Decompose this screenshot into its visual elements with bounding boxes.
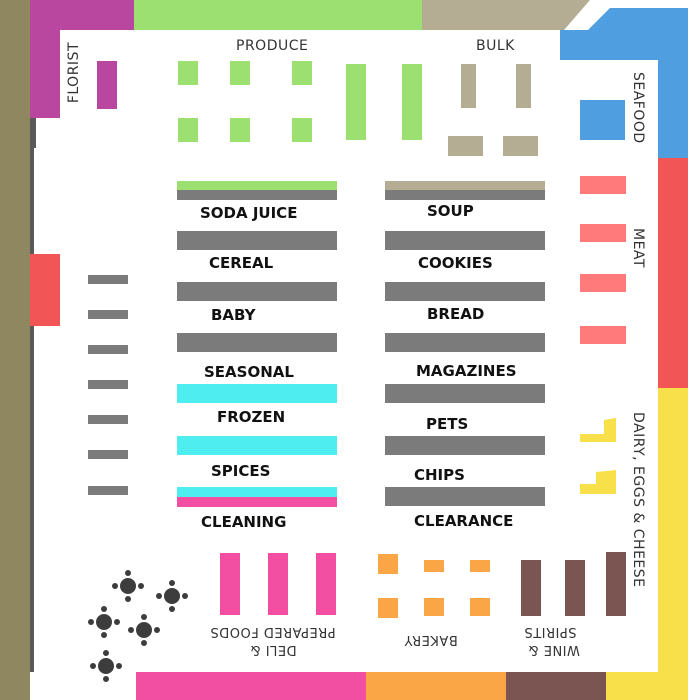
seating-table xyxy=(128,614,160,646)
produce-table xyxy=(230,118,250,142)
aisle-label-baby: BABY xyxy=(211,306,256,324)
seafood-case xyxy=(580,100,625,140)
aisle-label-clearance: CLEARANCE xyxy=(414,512,514,530)
meat-case xyxy=(580,326,626,344)
seating-table xyxy=(156,580,188,612)
aisle-label-pets: PETS xyxy=(426,415,469,433)
bakery-table xyxy=(378,554,398,574)
aisle-label-soda-juice: SODA JUICE xyxy=(200,204,298,222)
seating-table xyxy=(88,606,120,638)
seating-table xyxy=(90,650,122,682)
produce-table xyxy=(292,61,312,85)
deli-label-line-1: PREPARED FOODS xyxy=(210,624,336,639)
shelf-bulk-endcap xyxy=(385,181,545,190)
bakery-band xyxy=(366,672,506,700)
florist-shelf xyxy=(97,61,117,109)
bulk-bin xyxy=(503,136,538,156)
shelf xyxy=(385,436,545,455)
aisle-label-cereal: CEREAL xyxy=(209,254,274,272)
shelf xyxy=(385,282,545,301)
aisle-label-spices: SPICES xyxy=(211,462,271,480)
aisle-label-cleaning: CLEANING xyxy=(201,513,287,531)
aisle-label-magazines: MAGAZINES xyxy=(416,362,517,380)
checkout-lane xyxy=(88,450,128,459)
produce-table xyxy=(292,118,312,142)
meat-case xyxy=(580,224,626,242)
produce-table xyxy=(178,61,198,85)
aisle-label-seasonal: SEASONAL xyxy=(204,363,294,381)
bakery-table xyxy=(424,560,444,572)
checkout-lane xyxy=(88,345,128,354)
bakery-label: BAKERY xyxy=(404,632,458,647)
bulk-label: BULK xyxy=(476,38,515,54)
bakery-table xyxy=(378,598,398,618)
dairy-label: DAIRY, EGGS & CHEESE xyxy=(630,412,646,588)
shelf xyxy=(177,333,337,352)
meat-label: MEAT xyxy=(630,228,646,268)
aisle-label-cookies: COOKIES xyxy=(418,254,493,272)
produce-label: PRODUCE xyxy=(236,38,309,54)
shelf xyxy=(385,384,545,403)
aisle-label-frozen: FROZEN xyxy=(217,408,286,426)
bakery-table xyxy=(470,598,490,616)
shelf-produce-endcap xyxy=(177,181,337,190)
wine-shelf xyxy=(606,552,626,616)
produce-table xyxy=(178,118,198,142)
checkout-lane xyxy=(88,486,128,495)
left-red-fixture xyxy=(30,254,60,326)
wine-shelf xyxy=(521,560,541,616)
aisle-label-soup: SOUP xyxy=(427,202,474,220)
checkout-lane xyxy=(88,380,128,389)
deli-case xyxy=(268,553,288,615)
shelf xyxy=(177,190,337,200)
shelf xyxy=(385,487,545,506)
seating-area xyxy=(88,570,188,682)
dairy-band xyxy=(658,388,688,700)
seating-table xyxy=(112,570,144,602)
freezer-case xyxy=(177,487,337,497)
dairy-case xyxy=(580,470,616,494)
shelf xyxy=(177,231,337,250)
checkout-lane xyxy=(88,310,128,319)
meat-band xyxy=(658,158,688,388)
bulk-bin xyxy=(448,136,483,156)
bulk-bin xyxy=(516,64,531,108)
aisle-label-chips: CHIPS xyxy=(414,466,465,484)
checkout-lane xyxy=(88,415,128,424)
shelf-deli-endcap xyxy=(177,497,337,507)
produce-table xyxy=(230,61,250,85)
freezer-case xyxy=(177,436,337,455)
freezer-case xyxy=(177,384,337,403)
produce-band xyxy=(134,0,422,30)
deli-label-line-2: DELI & xyxy=(250,642,297,657)
left-trim-segment xyxy=(30,118,36,148)
bakery-table xyxy=(424,598,444,616)
dairy-bottom-band xyxy=(606,672,688,700)
produce-case xyxy=(402,64,422,140)
wine-label-line-1: SPIRITS xyxy=(524,624,577,639)
produce-case xyxy=(346,64,366,140)
shelf xyxy=(385,231,545,250)
bakery-table xyxy=(470,560,490,572)
checkout-lane xyxy=(88,275,128,284)
shelf xyxy=(177,282,337,301)
bulk-bin xyxy=(461,64,476,108)
shelf xyxy=(385,333,545,352)
left-wall xyxy=(0,0,30,700)
seafood-label: SEAFOOD xyxy=(630,72,646,144)
dairy-case xyxy=(580,418,616,442)
meat-case xyxy=(580,274,626,292)
shelf xyxy=(385,190,545,200)
wine-label-line-2: WINE & xyxy=(528,642,580,657)
florist-label: FLORIST xyxy=(66,42,82,104)
meat-case xyxy=(580,176,626,194)
aisle-label-bread: BREAD xyxy=(427,305,485,323)
wine-shelf xyxy=(565,560,585,616)
wine-band xyxy=(506,672,606,700)
deli-case xyxy=(316,553,336,615)
deli-case xyxy=(220,553,240,615)
